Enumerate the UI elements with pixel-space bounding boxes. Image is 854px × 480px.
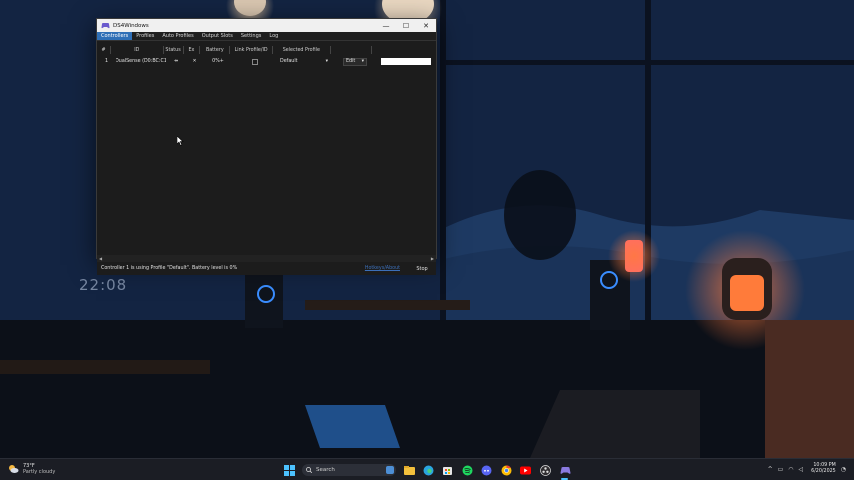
table-row[interactable]: 1 DualSense (D0:BC:C1 ⇴ ✕ 0%+ Default ▾ … xyxy=(97,57,436,66)
tab-output-slots[interactable]: Output Slots xyxy=(198,32,237,40)
scroll-right-icon[interactable]: ▶ xyxy=(431,256,434,261)
tab-auto-profiles[interactable]: Auto Profiles xyxy=(158,32,197,40)
store-icon xyxy=(442,466,452,475)
search-label: Search xyxy=(316,467,335,473)
column-header-blank-1 xyxy=(331,46,373,54)
ds4windows-window[interactable]: DS4Windows — ☐ ✕ Controllers Profiles Au… xyxy=(96,18,437,275)
weather-widget[interactable]: 73°F Partly cloudy xyxy=(8,463,55,475)
link-profile-checkbox[interactable] xyxy=(251,58,258,65)
taskbar: 73°F Partly cloudy Search ^ ▭ ◠ ◁ 10:09 … xyxy=(0,458,854,480)
youtube-icon xyxy=(519,466,531,474)
column-header-link-profile[interactable]: Link Profile/ID xyxy=(230,46,273,54)
system-tray: ^ ▭ ◠ ◁ 10:09 PM 6/20/2025 ◔ xyxy=(763,463,846,475)
tab-bar: Controllers Profiles Auto Profiles Outpu… xyxy=(97,32,436,41)
tab-settings[interactable]: Settings xyxy=(237,32,266,40)
usb-connection-icon: ⇴ xyxy=(173,59,179,64)
start-button[interactable] xyxy=(283,464,295,476)
stop-button[interactable]: Stop xyxy=(410,264,434,273)
status-bar: Controller 1 is using Profile "Default".… xyxy=(97,262,436,275)
controller-id: DualSense (D0:BC:C1 xyxy=(116,59,166,64)
spotify-icon xyxy=(462,465,472,475)
search-icon xyxy=(306,467,312,473)
chrome-icon xyxy=(501,464,511,475)
title-bar[interactable]: DS4Windows — ☐ ✕ xyxy=(97,19,436,32)
exclusive-mode-icon: ✕ xyxy=(192,59,197,64)
volume-icon[interactable]: ◁ xyxy=(799,466,804,473)
status-message: Controller 1 is using Profile "Default".… xyxy=(101,266,238,271)
edge-browser-icon xyxy=(423,465,433,475)
controllers-table-header: # ID Status Ex Battery Link Profile/ID S… xyxy=(97,46,436,54)
mouse-cursor-icon xyxy=(177,136,184,146)
chevron-up-icon[interactable]: ^ xyxy=(768,466,773,473)
selected-profile-value: Default xyxy=(280,59,298,64)
taskbar-clock[interactable]: 10:09 PM 6/20/2025 xyxy=(811,463,836,475)
taskbar-edge[interactable] xyxy=(422,464,434,476)
edit-label: Edit xyxy=(346,59,356,64)
taskbar-chrome[interactable] xyxy=(500,464,512,476)
obs-icon xyxy=(539,464,551,476)
minimize-button[interactable]: — xyxy=(376,19,396,32)
selected-profile-dropdown[interactable]: Default ▾ xyxy=(278,58,330,65)
folder-icon xyxy=(403,465,415,475)
gamepad-icon xyxy=(560,466,570,474)
tab-controllers[interactable]: Controllers xyxy=(97,32,133,40)
horizontal-scrollbar[interactable]: ◀ ▶ xyxy=(97,255,436,262)
taskbar-search-box[interactable]: Search xyxy=(302,464,396,476)
column-header-exclusive[interactable]: Ex xyxy=(184,46,201,54)
light-bar-color-swatch[interactable] xyxy=(381,58,431,65)
gamepad-icon xyxy=(101,23,110,29)
window-title: DS4Windows xyxy=(113,22,149,29)
maximize-button[interactable]: ☐ xyxy=(396,19,416,32)
display-icon[interactable]: ▭ xyxy=(778,466,784,473)
taskbar-obs[interactable] xyxy=(539,464,551,476)
scroll-left-icon[interactable]: ◀ xyxy=(99,256,102,261)
wallpaper-clock: 22:08 xyxy=(79,276,128,294)
column-header-id[interactable]: ID xyxy=(111,46,164,54)
taskbar-store[interactable] xyxy=(441,464,453,476)
copilot-badge-icon xyxy=(386,466,394,474)
tab-log[interactable]: Log xyxy=(265,32,282,40)
controller-index: 1 xyxy=(104,59,109,64)
edit-profile-button[interactable]: Edit ▾ xyxy=(343,57,367,66)
chevron-down-icon: ▾ xyxy=(361,59,364,64)
column-header-status[interactable]: Status xyxy=(164,46,184,54)
weather-description: Partly cloudy xyxy=(23,469,56,475)
column-header-selected-profile[interactable]: Selected Profile xyxy=(273,46,331,54)
taskbar-discord[interactable] xyxy=(480,464,492,476)
partly-cloudy-icon xyxy=(9,465,19,473)
taskbar-ds4windows[interactable] xyxy=(559,464,571,476)
notification-bell-icon[interactable]: ◔ xyxy=(841,466,846,473)
clock-date: 6/20/2025 xyxy=(811,469,836,474)
taskbar-youtube[interactable] xyxy=(519,464,531,476)
column-header-battery[interactable]: Battery xyxy=(200,46,231,54)
close-button[interactable]: ✕ xyxy=(416,19,436,32)
discord-icon xyxy=(481,465,491,475)
taskbar-spotify[interactable] xyxy=(461,464,473,476)
chevron-down-icon: ▾ xyxy=(325,59,328,64)
column-header-index[interactable]: # xyxy=(97,46,111,54)
taskbar-file-explorer[interactable] xyxy=(403,464,415,476)
hotkeys-about-link[interactable]: Hotkeys/About xyxy=(365,266,400,271)
battery-level: 0%+ xyxy=(212,59,224,64)
windows-logo-icon xyxy=(283,464,295,476)
wifi-icon[interactable]: ◠ xyxy=(788,466,793,473)
tab-profiles[interactable]: Profiles xyxy=(132,32,158,40)
column-header-blank-2 xyxy=(372,46,436,54)
